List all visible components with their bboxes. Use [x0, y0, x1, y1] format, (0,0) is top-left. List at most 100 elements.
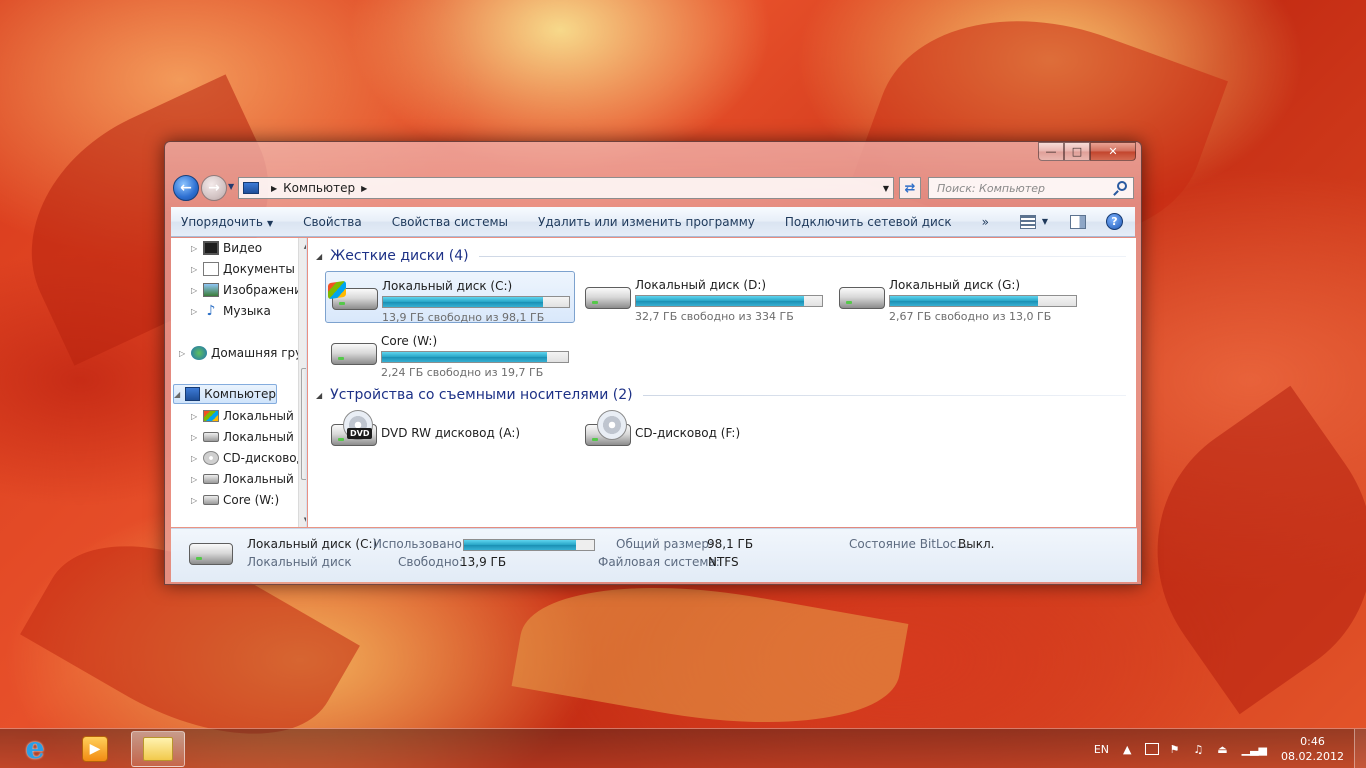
- expand-arrow-icon[interactable]: ▷: [191, 412, 201, 421]
- details-usage-fill: [464, 540, 576, 550]
- action-center-flag-icon[interactable]: ⚑: [1169, 743, 1179, 756]
- language-indicator[interactable]: EN: [1094, 743, 1109, 756]
- computer-icon: [185, 387, 201, 401]
- expand-arrow-icon[interactable]: ▷: [191, 286, 201, 295]
- expand-arrow-icon[interactable]: ▷: [191, 454, 201, 463]
- expand-arrow-icon[interactable]: ▷: [191, 265, 201, 274]
- details-fs-value: NTFS: [708, 555, 739, 569]
- hard-drive-icon: [585, 287, 631, 309]
- tree-item-pictures[interactable]: ▷ Изображения: [191, 280, 306, 300]
- details-total-value: 98,1 ГБ: [707, 537, 754, 551]
- refresh-button[interactable]: ⇄: [899, 177, 921, 199]
- tree-item-video[interactable]: ▷ Видео: [191, 238, 262, 258]
- taskbar-internet-explorer[interactable]: e: [8, 731, 62, 767]
- tree-item-computer[interactable]: ◢ Компьютер: [173, 384, 277, 404]
- drive-free-space: 13,9 ГБ свободно из 98,1 ГБ: [382, 311, 545, 324]
- forward-button[interactable]: →: [201, 175, 227, 201]
- tree-item-drive-g[interactable]: ▷ Локальный диск (G:): [191, 469, 306, 489]
- chevron-down-icon[interactable]: ▼: [1042, 217, 1048, 226]
- cd-disc-icon: [597, 410, 627, 440]
- tree-item-label: Компьютер: [204, 387, 276, 401]
- expand-arrow-icon[interactable]: ▷: [191, 433, 201, 442]
- music-icon: ♪: [206, 303, 216, 319]
- organize-button[interactable]: Упорядочить ▼: [181, 215, 273, 229]
- hard-drive-icon: [203, 432, 219, 442]
- drive-free-space: 2,67 ГБ свободно из 13,0 ГБ: [889, 310, 1052, 323]
- device-name: DVD RW дисковод (A:): [381, 426, 521, 440]
- device-tile-cd-f[interactable]: CD-дисковод (F:): [579, 408, 829, 460]
- maximize-button[interactable]: □: [1064, 142, 1090, 161]
- show-hidden-icons-icon[interactable]: ▲: [1123, 743, 1131, 756]
- address-bar[interactable]: ▶ Компьютер ▶ ▼: [238, 177, 894, 199]
- search-icon[interactable]: [1117, 181, 1127, 191]
- network-signal-icon[interactable]: ▁▃▅: [1242, 743, 1267, 756]
- show-desktop-button[interactable]: [1354, 729, 1366, 768]
- expand-arrow-icon[interactable]: ▷: [191, 307, 201, 316]
- properties-button[interactable]: Свойства: [303, 215, 362, 229]
- group-header-removable[interactable]: ◢ Устройства со съемными носителями (2): [316, 385, 1126, 405]
- tree-item-drive-c[interactable]: ▷ Локальный диск (C:): [191, 406, 306, 426]
- scroll-up-icon[interactable]: ▲: [299, 238, 306, 253]
- scroll-down-icon[interactable]: ▼: [299, 512, 306, 527]
- taskbar: e ▶ EN ▲ ⚑ ♫ ⏏ ▁▃▅ 0:46 08.02.2012: [0, 728, 1366, 768]
- group-header-hard-disks[interactable]: ◢ Жесткие диски (4): [316, 246, 1126, 266]
- documents-icon: [203, 262, 219, 276]
- taskbar-explorer[interactable]: [131, 731, 185, 767]
- tree-item-drive-w[interactable]: ▷ Core (W:): [191, 490, 279, 510]
- tree-item-drive-d[interactable]: ▷ Локальный диск (D:): [191, 427, 306, 447]
- sound-icon[interactable]: ♫: [1193, 743, 1203, 756]
- tree-item-documents[interactable]: ▷ Документы: [191, 259, 295, 279]
- organize-label: Упорядочить: [181, 214, 263, 229]
- recent-pages-chevron-icon[interactable]: ▼: [228, 182, 234, 191]
- expand-arrow-icon[interactable]: ▷: [191, 244, 201, 253]
- tree-item-homegroup[interactable]: ▷ Домашняя группа: [179, 343, 306, 363]
- drive-tile-c[interactable]: Локальный диск (C:) 13,9 ГБ свободно из …: [325, 271, 575, 324]
- details-total-label: Общий размер:: [616, 537, 714, 551]
- expand-arrow-icon[interactable]: ▷: [179, 349, 189, 358]
- tree-item-label: Локальный диск (C:): [223, 409, 306, 423]
- more-commands-button[interactable]: »: [982, 215, 989, 229]
- uninstall-program-button[interactable]: Удалить или изменить программу: [538, 215, 755, 229]
- expand-arrow-icon[interactable]: ▷: [191, 496, 201, 505]
- system-properties-button[interactable]: Свойства системы: [392, 215, 508, 229]
- cd-drive-icon: [203, 451, 219, 465]
- device-tile-dvd-a[interactable]: DVD DVD RW дисковод (A:): [325, 408, 575, 460]
- breadcrumb-chevron-icon[interactable]: ▶: [361, 184, 367, 193]
- keyboard-icon[interactable]: [1145, 743, 1160, 755]
- content-pane: ◢ Жесткие диски (4) Локальный диск (C:) …: [308, 238, 1136, 527]
- minimize-button[interactable]: —: [1038, 142, 1064, 161]
- breadcrumb-chevron-icon[interactable]: ▶: [271, 184, 277, 193]
- tree-item-label: Видео: [223, 241, 263, 255]
- group-title: Устройства со съемными носителями (2): [330, 387, 633, 403]
- tree-item-drive-f[interactable]: ▷ CD-дисковод (F:): [191, 448, 306, 468]
- scrollbar-thumb[interactable]: [301, 368, 306, 480]
- address-dropdown-icon[interactable]: ▼: [883, 184, 889, 193]
- clock[interactable]: 0:46 08.02.2012: [1281, 734, 1344, 764]
- drive-usage-fill: [383, 297, 543, 307]
- nav-scrollbar[interactable]: ▲ ▼: [298, 238, 306, 527]
- map-network-drive-button[interactable]: Подключить сетевой диск: [785, 215, 952, 229]
- drive-tile-d[interactable]: Локальный диск (D:) 32,7 ГБ свободно из …: [579, 271, 829, 323]
- back-button[interactable]: ←: [173, 175, 199, 201]
- expand-arrow-icon[interactable]: ▷: [191, 475, 201, 484]
- collapse-arrow-icon[interactable]: ◢: [174, 390, 183, 399]
- close-button[interactable]: ✕: [1090, 142, 1136, 161]
- drive-tile-g[interactable]: Локальный диск (G:) 2,67 ГБ свободно из …: [833, 271, 1083, 323]
- collapse-group-icon[interactable]: ◢: [316, 391, 322, 400]
- preview-pane-icon[interactable]: [1070, 214, 1086, 229]
- collapse-group-icon[interactable]: ◢: [316, 252, 322, 261]
- breadcrumb-computer[interactable]: Компьютер: [283, 181, 355, 195]
- help-icon[interactable]: ?: [1106, 213, 1123, 230]
- navigation-row: ← → ▼ ▶ Компьютер ▶ ▼ ⇄ Поиск: Компьютер: [171, 174, 1135, 202]
- drive-usage-bar: [381, 351, 569, 363]
- toolbar-right: ▼ ?: [1019, 213, 1123, 230]
- taskbar-media-player[interactable]: ▶: [68, 731, 122, 767]
- view-options-icon[interactable]: [1019, 214, 1036, 229]
- usb-icon[interactable]: ⏏: [1217, 743, 1227, 756]
- search-input[interactable]: Поиск: Компьютер: [928, 177, 1134, 199]
- details-bitlocker-label: Состояние BitLoc...: [849, 537, 968, 551]
- device-name: CD-дисковод (F:): [635, 426, 741, 440]
- drive-usage-bar: [635, 295, 823, 307]
- drive-tile-w[interactable]: Core (W:) 2,24 ГБ свободно из 19,7 ГБ: [325, 327, 575, 379]
- tree-item-music[interactable]: ▷ ♪ Музыка: [191, 301, 271, 321]
